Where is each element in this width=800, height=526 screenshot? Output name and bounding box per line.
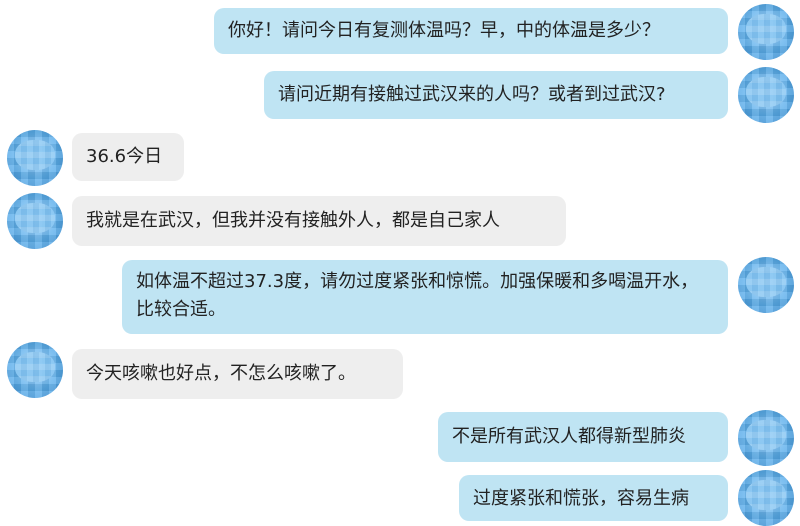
avatar-icon[interactable] [738,410,794,466]
message-text: 36.6今日 [86,146,163,167]
avatar-icon[interactable] [7,130,63,186]
chat-conversation: 你好！请问今日有复测体温吗？早，中的体温是多少？ 请问近期有接触过武汉来的人吗？… [0,0,800,526]
avatar-icon[interactable] [7,193,63,249]
chat-message-outgoing[interactable]: 不是所有武汉人都得新型肺炎 [438,412,728,462]
chat-message-incoming[interactable]: 我就是在武汉，但我并没有接触外人，都是自己家人 [72,196,566,246]
message-text: 今天咳嗽也好点，不怎么咳嗽了。 [86,363,356,384]
chat-message-outgoing[interactable]: 如体温不超过37.3度，请勿过度紧张和惊慌。加强保暖和多喝温开水，比较合适。 [122,260,728,334]
message-text: 如体温不超过37.3度，请勿过度紧张和惊慌。加强保暖和多喝温开水，比较合适。 [136,271,699,320]
message-text: 不是所有武汉人都得新型肺炎 [452,426,686,447]
chat-message-incoming[interactable]: 今天咳嗽也好点，不怎么咳嗽了。 [72,349,403,399]
chat-message-incoming[interactable]: 36.6今日 [72,133,184,181]
avatar-icon[interactable] [7,342,63,398]
chat-message-outgoing[interactable]: 请问近期有接触过武汉来的人吗？或者到过武汉? [264,71,728,119]
chat-message-outgoing[interactable]: 你好！请问今日有复测体温吗？早，中的体温是多少？ [214,8,728,54]
chat-message-outgoing[interactable]: 过度紧张和慌张，容易生病 [459,475,728,521]
message-text: 过度紧张和慌张，容易生病 [473,488,689,509]
message-text: 我就是在武汉，但我并没有接触外人，都是自己家人 [86,210,500,231]
message-text: 请问近期有接触过武汉来的人吗？或者到过武汉? [278,84,666,105]
avatar-icon[interactable] [738,67,794,123]
avatar-icon[interactable] [738,257,794,313]
avatar-icon[interactable] [738,4,794,60]
avatar-icon[interactable] [738,470,794,526]
message-text: 你好！请问今日有复测体温吗？早，中的体温是多少？ [228,20,660,41]
